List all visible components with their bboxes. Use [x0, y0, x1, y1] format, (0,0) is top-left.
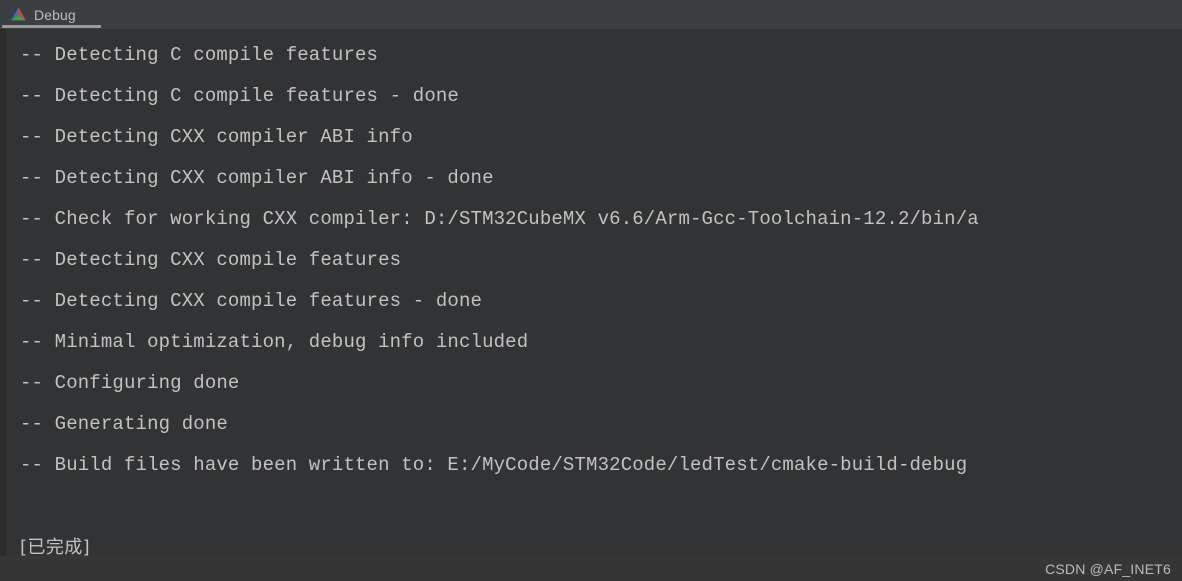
tool-window-tabbar: Debug — [0, 0, 1182, 29]
watermark-band — [0, 556, 1182, 581]
console-line: -- Minimal optimization, debug info incl… — [20, 331, 529, 353]
console-line: -- Detecting C compile features - done — [20, 85, 459, 107]
console-line-list: -- Detecting C compile features -- Detec… — [6, 29, 1182, 581]
tab-debug-label: Debug — [34, 6, 76, 23]
console-line: -- Configuring done — [20, 372, 240, 394]
console-line: -- Detecting CXX compile features - done — [20, 290, 483, 312]
csdn-watermark: CSDN @AF_INET6 — [1045, 561, 1171, 577]
tab-active-indicator — [2, 25, 101, 28]
debug-tool-window: Debug -- Detecting C compile features --… — [0, 0, 1182, 581]
console-line: -- Generating done — [20, 413, 228, 435]
debug-console-output[interactable]: -- Detecting C compile features -- Detec… — [0, 29, 1182, 581]
console-line: -- Detecting CXX compiler ABI info — [20, 126, 413, 148]
console-line: -- Detecting C compile features — [20, 44, 379, 66]
console-line: -- Detecting CXX compile features — [20, 249, 402, 271]
console-line: -- Detecting CXX compiler ABI info - don… — [20, 167, 494, 189]
clion-run-debug-triangle-icon — [11, 7, 26, 21]
console-line: -- Check for working CXX compiler: D:/ST… — [20, 208, 979, 230]
console-line: -- Build files have been written to: E:/… — [20, 454, 968, 476]
